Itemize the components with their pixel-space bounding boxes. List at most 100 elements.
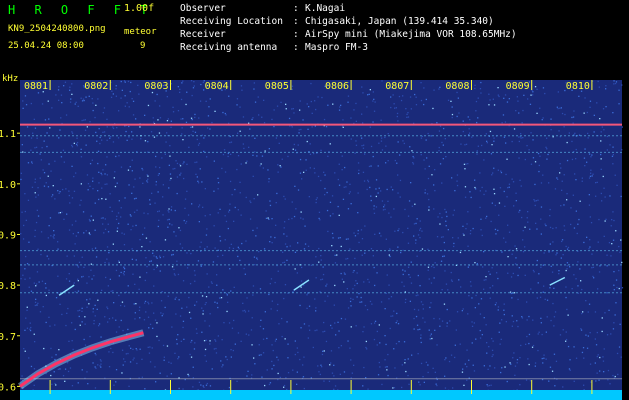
noise-dot	[325, 285, 327, 287]
noise-dot	[615, 279, 618, 281]
noise-dot	[492, 98, 494, 100]
noise-dot	[181, 247, 184, 249]
noise-dot	[229, 268, 231, 270]
noise-dot	[454, 190, 456, 192]
noise-dot	[374, 284, 376, 287]
noise-dot	[156, 93, 158, 96]
noise-dot	[323, 350, 325, 352]
noise-dot	[561, 189, 563, 191]
noise-dot	[205, 234, 208, 236]
noise-dot	[207, 127, 209, 129]
noise-dot	[423, 87, 425, 89]
noise-dot	[358, 241, 360, 244]
noise-dot	[408, 274, 410, 276]
noise-dot	[315, 201, 317, 204]
noise-dot	[537, 152, 540, 155]
noise-dot	[560, 107, 562, 109]
noise-dot	[410, 261, 412, 263]
noise-dot	[476, 263, 478, 265]
noise-dot	[222, 111, 224, 114]
noise-dot	[285, 108, 287, 110]
noise-dot	[214, 247, 216, 249]
noise-dot	[361, 301, 363, 303]
noise-dot	[21, 211, 23, 213]
noise-dot	[65, 114, 68, 116]
noise-dot	[123, 274, 125, 276]
noise-dot	[415, 242, 417, 244]
noise-dot	[143, 319, 146, 321]
noise-dot	[171, 326, 173, 328]
noise-dot	[521, 122, 523, 124]
noise-dot	[612, 112, 614, 114]
noise-dot	[80, 156, 83, 158]
noise-dot	[490, 153, 493, 155]
noise-dot	[438, 146, 440, 149]
noise-dot	[159, 117, 162, 119]
noise-dot	[370, 248, 373, 250]
noise-dot	[36, 304, 38, 306]
noise-dot	[298, 132, 300, 134]
noise-dot	[574, 173, 576, 175]
noise-dot	[209, 214, 211, 216]
noise-dot	[192, 130, 194, 132]
noise-dot	[361, 113, 363, 115]
noise-dot	[219, 235, 221, 238]
noise-dot	[193, 348, 196, 350]
noise-dot	[596, 355, 598, 358]
noise-dot	[464, 186, 467, 188]
noise-dot	[534, 362, 537, 364]
noise-dot	[36, 137, 38, 139]
noise-dot	[71, 165, 73, 167]
noise-dot	[124, 105, 126, 107]
noise-dot	[179, 174, 181, 176]
noise-dot	[77, 231, 79, 234]
noise-dot	[88, 276, 90, 278]
noise-dot	[362, 331, 364, 333]
noise-dot	[367, 278, 369, 281]
noise-dot	[155, 256, 157, 258]
noise-dot	[422, 308, 424, 310]
noise-dot	[330, 362, 332, 364]
noise-dot	[471, 325, 474, 327]
noise-dot	[79, 204, 81, 206]
noise-dot	[446, 325, 448, 327]
noise-dot	[603, 129, 605, 131]
noise-dot	[416, 324, 419, 326]
noise-dot	[332, 237, 334, 239]
noise-dot	[192, 366, 194, 368]
noise-dot	[588, 194, 590, 196]
noise-dot	[390, 296, 393, 298]
noise-dot	[129, 90, 131, 93]
noise-dot	[128, 184, 130, 186]
noise-dot	[110, 96, 113, 98]
noise-dot	[337, 205, 339, 208]
noise-dot	[541, 119, 543, 121]
noise-dot	[491, 174, 493, 176]
noise-dot	[370, 165, 372, 167]
noise-dot	[300, 280, 303, 282]
noise-dot	[63, 161, 65, 163]
noise-dot	[429, 335, 432, 337]
noise-dot	[149, 241, 151, 243]
noise-dot	[230, 290, 232, 292]
noise-dot	[200, 265, 202, 267]
noise-dot	[118, 155, 120, 157]
noise-dot	[419, 229, 421, 231]
noise-dot	[568, 132, 570, 134]
noise-dot	[166, 132, 168, 134]
noise-dot	[39, 153, 41, 155]
noise-dot	[441, 289, 443, 291]
noise-dot	[305, 159, 307, 161]
noise-dot	[156, 322, 158, 324]
noise-dot	[101, 289, 103, 291]
noise-dot	[405, 108, 407, 110]
noise-dot	[260, 354, 262, 356]
noise-dot	[476, 153, 478, 155]
noise-dot	[570, 223, 572, 226]
noise-dot	[81, 119, 83, 122]
noise-dot	[303, 248, 306, 250]
noise-dot	[153, 268, 155, 271]
noise-dot	[173, 231, 175, 233]
noise-dot	[97, 150, 100, 152]
noise-dot	[53, 234, 55, 236]
